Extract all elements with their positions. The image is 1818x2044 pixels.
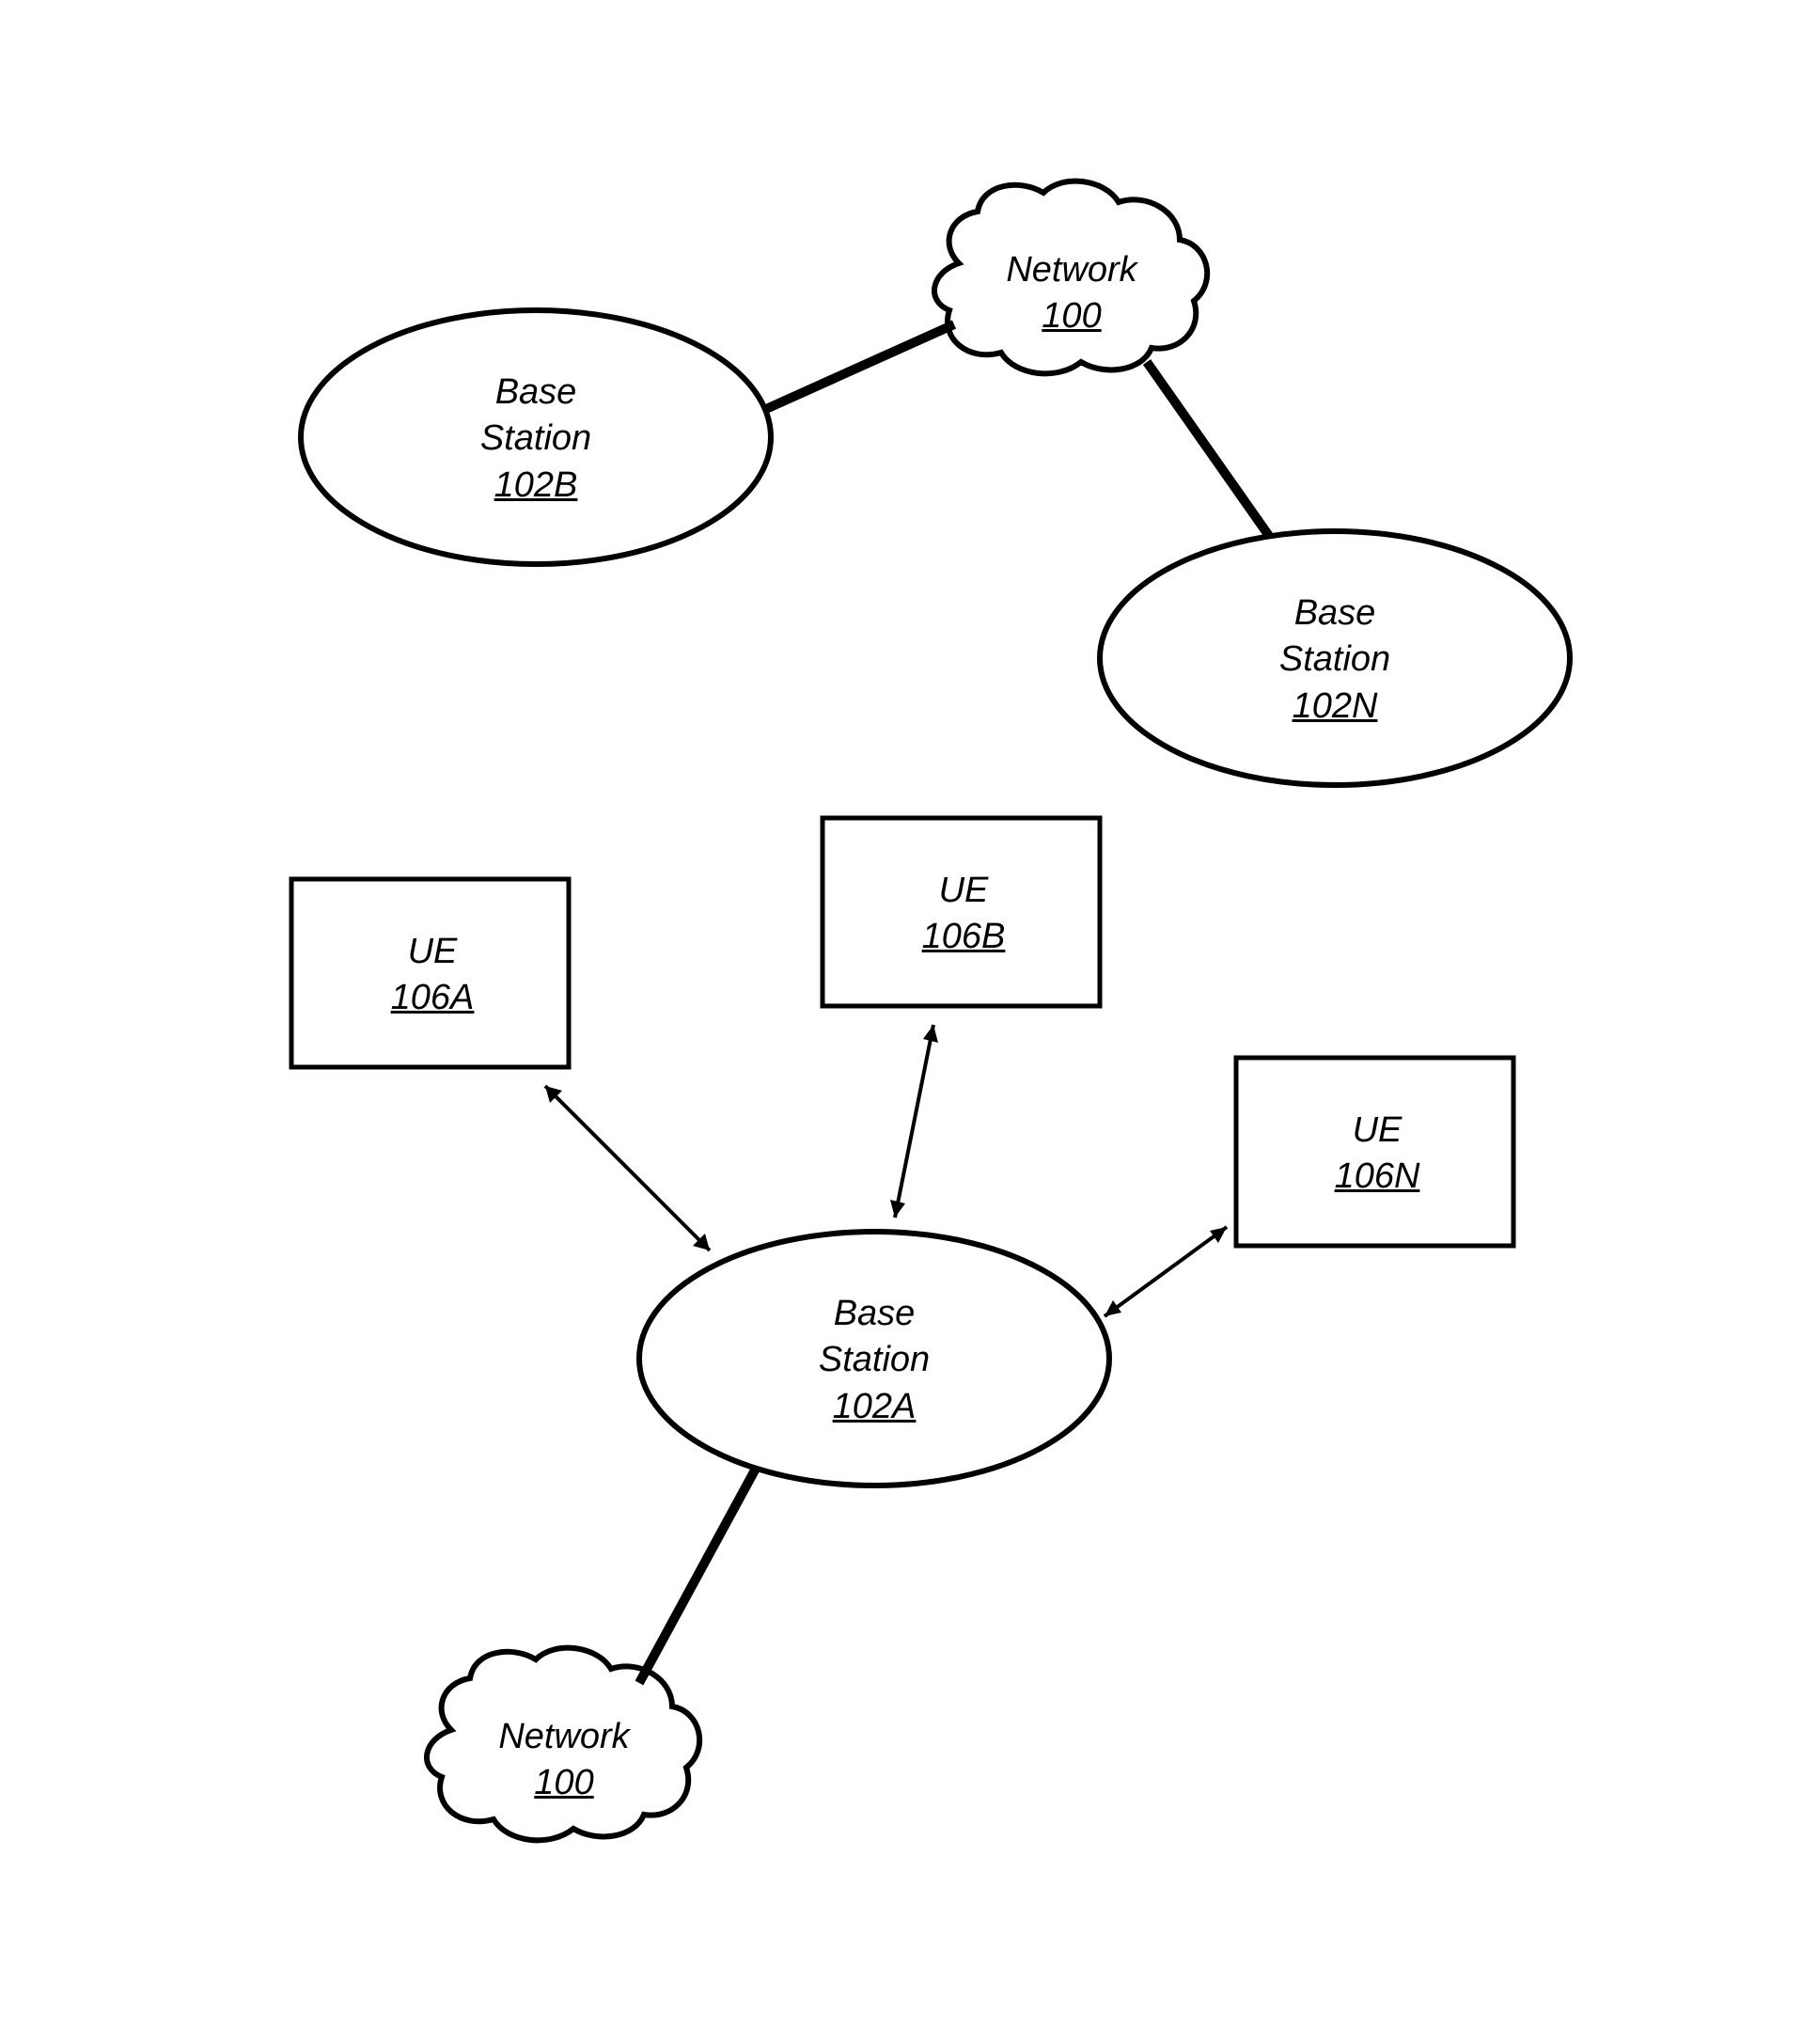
arrowhead-2a (923, 1025, 938, 1043)
bs-102a-label1: Base (790, 1291, 959, 1337)
link-network2-bs102a (639, 1467, 757, 1683)
network-1-label: Network (996, 247, 1147, 293)
arrow-ue106b-bs102a (895, 1025, 933, 1218)
network-1-label-group: Network 100 (996, 247, 1147, 340)
ue-106n-label: UE (1302, 1108, 1452, 1154)
ue-106a-ref: 106A (357, 975, 508, 1021)
ue-106a-label-group: UE 106A (357, 929, 508, 1022)
network-1-ref: 100 (996, 293, 1147, 339)
network-2-ref: 100 (489, 1760, 639, 1806)
bs-102n-label-group: Base Station 102N (1250, 590, 1419, 730)
bs-102a-label-group: Base Station 102A (790, 1291, 959, 1430)
bs-102a-ref: 102A (790, 1384, 959, 1430)
ue-106a-label: UE (357, 929, 508, 975)
bs-102a-label2: Station (790, 1337, 959, 1383)
ue-106b-label: UE (888, 868, 1039, 914)
bs-102n-label2: Station (1250, 637, 1419, 683)
arrowhead-3b (1105, 1300, 1121, 1316)
arrowhead-2b (890, 1200, 905, 1218)
bs-102b-label1: Base (451, 369, 620, 416)
ue-106b-label-group: UE 106B (888, 868, 1039, 961)
arrow-ue106a-bs102a (545, 1086, 710, 1250)
link-network1-bs102b (766, 324, 954, 409)
ue-106b-ref: 106B (888, 914, 1039, 960)
bs-102n-label1: Base (1250, 590, 1419, 637)
arrow-ue106n-bs102a (1105, 1227, 1227, 1316)
ue-106n-ref: 106N (1302, 1154, 1452, 1200)
ue-106n-label-group: UE 106N (1302, 1108, 1452, 1201)
diagram-container: Network 100 Base Station 102B Base Stati… (0, 0, 1818, 2044)
network-2-label: Network (489, 1714, 639, 1760)
bs-102b-label2: Station (451, 416, 620, 462)
link-network1-bs102n (1147, 362, 1269, 536)
network-2-label-group: Network 100 (489, 1714, 639, 1807)
diagram-svg (0, 0, 1818, 2044)
arrowhead-3a (1210, 1227, 1227, 1243)
bs-102b-ref: 102B (451, 463, 620, 509)
bs-102n-ref: 102N (1250, 684, 1419, 730)
bs-102b-label-group: Base Station 102B (451, 369, 620, 509)
